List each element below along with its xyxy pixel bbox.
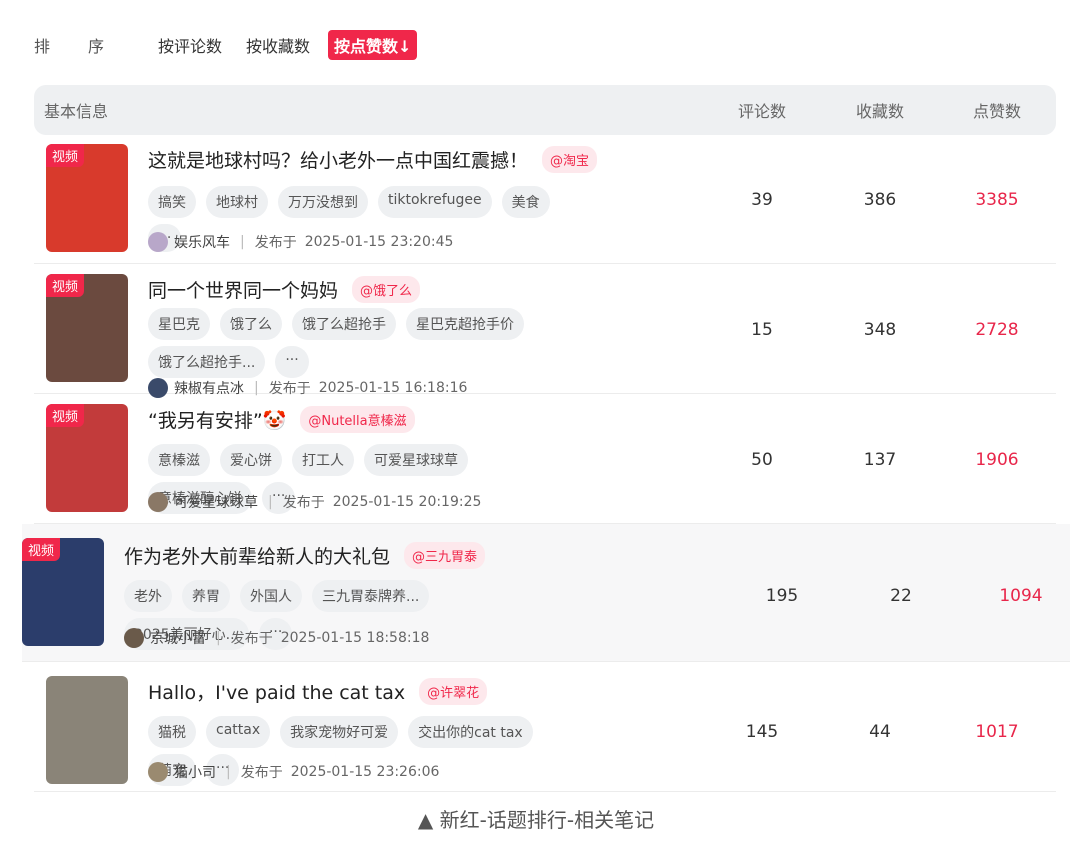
comment-count: 39 — [751, 190, 773, 210]
published-time: 2025-01-15 23:26:06 — [290, 764, 440, 780]
sort-by-comments-button[interactable]: 按评论数 — [152, 30, 228, 60]
note-thumbnail[interactable]: 视频 — [46, 274, 128, 382]
avatar[interactable] — [148, 492, 168, 512]
sort-by-likes-button[interactable]: 按点赞数↓ — [328, 30, 418, 60]
topic-tag[interactable]: 养胃 — [182, 580, 230, 612]
sort-bar: 排序 按评论数 按收藏数 按点赞数↓ — [34, 30, 429, 60]
sort-label: 排序 — [34, 37, 143, 56]
like-count: 1094 — [999, 586, 1043, 606]
divider: | — [226, 764, 231, 780]
like-count: 2728 — [975, 320, 1019, 340]
comment-count: 145 — [745, 722, 779, 742]
author-name[interactable]: 京城小雷 — [150, 628, 206, 648]
brand-mention[interactable]: @许翠花 — [419, 678, 488, 705]
topic-tag[interactable]: 意榛滋 — [148, 444, 210, 476]
note-title[interactable]: 同一个世界同一个妈妈 — [148, 276, 338, 303]
sort-by-favorites-button[interactable]: 按收藏数 — [240, 30, 316, 60]
comment-count: 50 — [751, 450, 773, 470]
avatar[interactable] — [124, 628, 144, 648]
favorite-count: 137 — [863, 450, 897, 470]
tag-list: 星巴克 饿了么 饿了么超抢手 星巴克超抢手价饿了么超抢手... ··· — [148, 308, 588, 384]
topic-tag[interactable]: 老外 — [124, 580, 172, 612]
table-row[interactable]: 视频 作为老外大前辈给新人的大礼包 @三九胃泰 老外 养胃 外国人 三九胃泰牌养...… — [22, 524, 1070, 662]
avatar[interactable] — [148, 232, 168, 252]
favorite-count: 386 — [863, 190, 897, 210]
topic-tag[interactable]: 星巴克超抢手价 — [406, 308, 524, 340]
video-badge: 视频 — [46, 144, 85, 167]
published-time: 2025-01-15 20:19:25 — [332, 494, 482, 510]
figure-caption: ▲ 新红-话题排行-相关笔记 — [417, 808, 655, 832]
topic-tag[interactable]: 猫税 — [148, 716, 196, 748]
note-title[interactable]: 这就是地球村吗？给小老外一点中国红震撼！ — [148, 146, 528, 173]
published-time: 2025-01-15 18:58:18 — [280, 630, 430, 646]
like-count: 1906 — [975, 450, 1019, 470]
topic-tag[interactable]: 饿了么超抢手... — [148, 346, 266, 378]
topic-tag[interactable]: tiktokrefugee — [378, 186, 492, 218]
table-row[interactable]: Hallo，I've paid the cat tax @许翠花 猫税 catta… — [34, 662, 1056, 792]
topic-tag[interactable]: 打工人 — [292, 444, 354, 476]
comment-count: 195 — [765, 586, 799, 606]
note-thumbnail[interactable]: 视频 — [46, 144, 128, 252]
note-thumbnail[interactable] — [46, 676, 128, 784]
divider: | — [216, 630, 221, 646]
like-count: 1017 — [975, 722, 1019, 742]
topic-tag[interactable]: 星巴克 — [148, 308, 210, 340]
like-count: 3385 — [975, 190, 1019, 210]
published-prefix: 发布于 — [240, 765, 283, 781]
author-name[interactable]: 猫小司 — [174, 762, 216, 782]
topic-tag[interactable]: 地球村 — [206, 186, 268, 218]
published-prefix: 发布于 — [254, 235, 297, 251]
brand-mention[interactable]: @Nutella意榛滋 — [300, 406, 415, 433]
topic-tag[interactable]: cattax — [206, 716, 271, 748]
topic-tag[interactable]: 搞笑 — [148, 186, 196, 218]
note-thumbnail[interactable]: 视频 — [22, 538, 104, 646]
topic-tag[interactable]: 美食 — [501, 186, 550, 218]
topic-tag[interactable]: 饿了么 — [220, 308, 282, 340]
note-title[interactable]: 作为老外大前辈给新人的大礼包 — [124, 542, 390, 569]
topic-tag[interactable]: 万万没想到 — [278, 186, 368, 218]
video-badge: 视频 — [46, 404, 85, 427]
table-header: 基本信息 评论数 收藏数 点赞数 — [34, 85, 1056, 135]
topic-tag[interactable]: 外国人 — [240, 580, 302, 612]
favorite-count: 348 — [863, 320, 897, 340]
header-favorites[interactable]: 收藏数 — [835, 98, 925, 122]
header-likes[interactable]: 点赞数 — [952, 98, 1042, 122]
comment-count: 15 — [751, 320, 773, 340]
note-title[interactable]: Hallo，I've paid the cat tax — [148, 678, 405, 705]
brand-mention[interactable]: @淘宝 — [542, 146, 598, 173]
topic-tag[interactable]: 三九胃泰牌养... — [312, 580, 430, 612]
topic-tag[interactable]: 交出你的cat tax — [408, 716, 533, 748]
published-prefix: 发布于 — [282, 495, 325, 511]
published-time: 2025-01-15 23:20:45 — [304, 234, 454, 250]
table-row[interactable]: 视频 同一个世界同一个妈妈 @饿了么 星巴克 饿了么 饿了么超抢手 星巴克超抢手价饿了… — [34, 264, 1056, 398]
video-badge: 视频 — [46, 274, 85, 297]
topic-tag[interactable]: 可爱星球球草 — [364, 444, 468, 476]
video-badge: 视频 — [22, 538, 61, 561]
topic-tag[interactable]: 我家宠物好可爱 — [280, 716, 399, 748]
table-row[interactable]: 视频 “我另有安排”🤡 @Nutella意榛滋 意榛滋 爱心饼 打工人 可爱星球球草意… — [34, 394, 1056, 524]
published-prefix: 发布于 — [230, 631, 273, 647]
note-title[interactable]: “我另有安排”🤡 — [148, 406, 286, 433]
brand-mention[interactable]: @三九胃泰 — [404, 542, 486, 569]
divider: | — [268, 494, 273, 510]
favorite-count: 44 — [869, 722, 891, 742]
header-comments[interactable]: 评论数 — [717, 98, 807, 122]
author-name[interactable]: 娱乐风车 — [174, 232, 230, 252]
note-thumbnail[interactable]: 视频 — [46, 404, 128, 512]
header-basic-info: 基本信息 — [44, 102, 109, 121]
divider: | — [240, 234, 245, 250]
author-name[interactable]: 可爱星球球草 — [174, 492, 258, 512]
more-tags-button[interactable]: ··· — [275, 346, 309, 378]
topic-tag[interactable]: 饿了么超抢手 — [292, 308, 396, 340]
table-row[interactable]: 视频 这就是地球村吗？给小老外一点中国红震撼！ @淘宝 搞笑 地球村 万万没想到 ti… — [34, 136, 1056, 264]
brand-mention[interactable]: @饿了么 — [352, 276, 421, 303]
favorite-count: 22 — [890, 586, 912, 606]
topic-tag[interactable]: 爱心饼 — [220, 444, 282, 476]
avatar[interactable] — [148, 762, 168, 782]
